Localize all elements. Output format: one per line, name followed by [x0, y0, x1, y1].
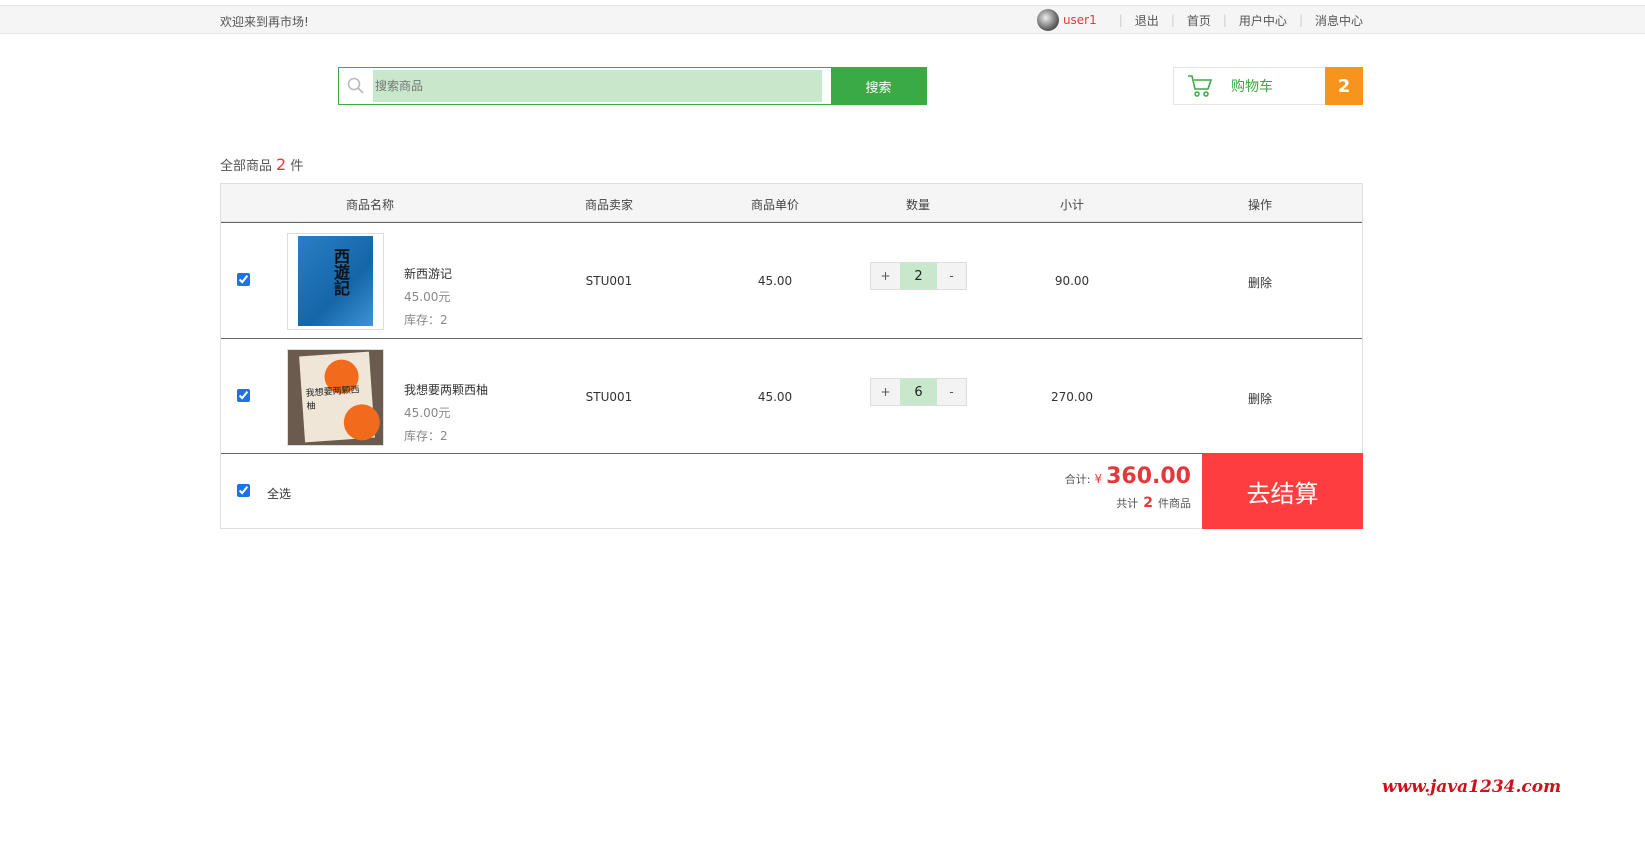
quantity-stepper: + - — [870, 262, 967, 290]
unit-price: 45.00 — [757, 274, 793, 288]
col-price: 商品单价 — [750, 198, 800, 212]
user-center-link[interactable]: 用户中心 — [1239, 12, 1287, 29]
product-name[interactable]: 我想要两颗西柚 — [404, 379, 488, 402]
summary-prefix: 全部商品 — [220, 159, 273, 174]
avatar[interactable] — [1036, 9, 1059, 31]
table-header: 商品名称 商品卖家 商品单价 数量 小计 操作 — [221, 184, 1362, 222]
delete-link[interactable]: 删除 — [1248, 390, 1272, 407]
quantity-stepper: + - — [870, 378, 967, 406]
subtotal: 90.00 — [1054, 274, 1090, 288]
summary-suffix: 件 — [290, 159, 304, 174]
qty-minus-button[interactable]: - — [937, 379, 966, 405]
cart-count-badge: 2 — [1325, 67, 1363, 105]
product-stock: 库存：2 — [404, 429, 448, 443]
search-button[interactable]: 搜索 — [831, 68, 926, 104]
select-all-checkbox[interactable] — [237, 484, 250, 497]
delete-link[interactable]: 删除 — [1248, 274, 1272, 291]
summary-count: 2 — [276, 155, 287, 174]
total-amount: 360.00 — [1106, 464, 1191, 489]
home-link[interactable]: 首页 — [1187, 12, 1211, 29]
items-summary: 全部商品 2 件 — [220, 155, 303, 174]
search-input[interactable] — [373, 70, 822, 102]
row-checkbox[interactable] — [237, 389, 250, 402]
qty-input[interactable] — [900, 263, 937, 289]
total-label: 合计: — [1064, 473, 1091, 486]
cover-title: 西遊記 — [331, 248, 350, 296]
cover-title: 我想要两颗西柚 — [305, 385, 360, 413]
cart-table: 商品名称 商品卖家 商品单价 数量 小计 操作 西遊記 新西游记 45.00元 … — [220, 183, 1363, 529]
col-action: 操作 — [1247, 198, 1273, 212]
count-suffix: 件商品 — [1158, 497, 1191, 510]
subtotal: 270.00 — [1051, 390, 1093, 404]
message-center-link[interactable]: 消息中心 — [1315, 12, 1363, 29]
col-qty: 数量 — [905, 198, 931, 212]
divider: | — [1118, 13, 1123, 27]
divider: | — [1170, 13, 1175, 27]
top-bar: 欢迎来到再市场! user1 | 退出 | 首页 | 用户中心 | 消息中心 — [0, 5, 1645, 34]
cart-label: 购物车 — [1231, 79, 1273, 95]
product-image[interactable]: 西遊記 — [287, 233, 384, 330]
table-row: 西遊記 新西游记 45.00元 库存：2 STU001 45.00 + - 90… — [221, 222, 1362, 338]
product-name[interactable]: 新西游记 — [404, 263, 452, 286]
cart-footer: 全选 合计: ¥360.00 共计 2 件商品 去结算 — [221, 453, 1363, 529]
product-price: 45.00元 — [404, 290, 451, 304]
welcome-text: 欢迎来到再市场! — [220, 15, 309, 29]
qty-input[interactable] — [900, 379, 937, 405]
seller: STU001 — [585, 274, 633, 288]
qty-plus-button[interactable]: + — [871, 263, 900, 289]
currency-symbol: ¥ — [1094, 472, 1103, 486]
cart-icon — [1187, 74, 1213, 98]
unit-price: 45.00 — [757, 390, 793, 404]
product-image[interactable]: 我想要两颗西柚 — [287, 349, 384, 446]
totals: 合计: ¥360.00 共计 2 件商品 — [1065, 464, 1191, 511]
col-subtotal: 小计 — [1059, 198, 1085, 212]
product-price: 45.00元 — [404, 406, 451, 420]
search-icon — [339, 68, 373, 104]
logout-link[interactable]: 退出 — [1135, 12, 1159, 29]
col-seller: 商品卖家 — [584, 198, 634, 212]
select-all-label[interactable]: 全选 — [267, 485, 291, 502]
divider: | — [1298, 13, 1303, 27]
search-bar: 搜索 — [338, 67, 927, 105]
username-link[interactable]: user1 — [1063, 13, 1097, 27]
checkout-button[interactable]: 去结算 — [1202, 453, 1363, 529]
product-stock: 库存：2 — [404, 313, 448, 327]
col-name: 商品名称 — [345, 198, 395, 212]
top-nav: user1 | 退出 | 首页 | 用户中心 | 消息中心 — [1036, 9, 1363, 31]
cart-button[interactable]: 购物车 2 — [1173, 67, 1363, 105]
item-count: 2 — [1143, 495, 1153, 511]
seller: STU001 — [585, 390, 633, 404]
count-prefix: 共计 — [1116, 497, 1139, 510]
row-checkbox[interactable] — [237, 273, 250, 286]
divider: | — [1222, 13, 1227, 27]
table-row: 我想要两颗西柚 我想要两颗西柚 45.00元 库存：2 STU001 45.00… — [221, 338, 1362, 453]
qty-minus-button[interactable]: - — [937, 263, 966, 289]
watermark: www.java1234.com — [1382, 777, 1562, 797]
qty-plus-button[interactable]: + — [871, 379, 900, 405]
